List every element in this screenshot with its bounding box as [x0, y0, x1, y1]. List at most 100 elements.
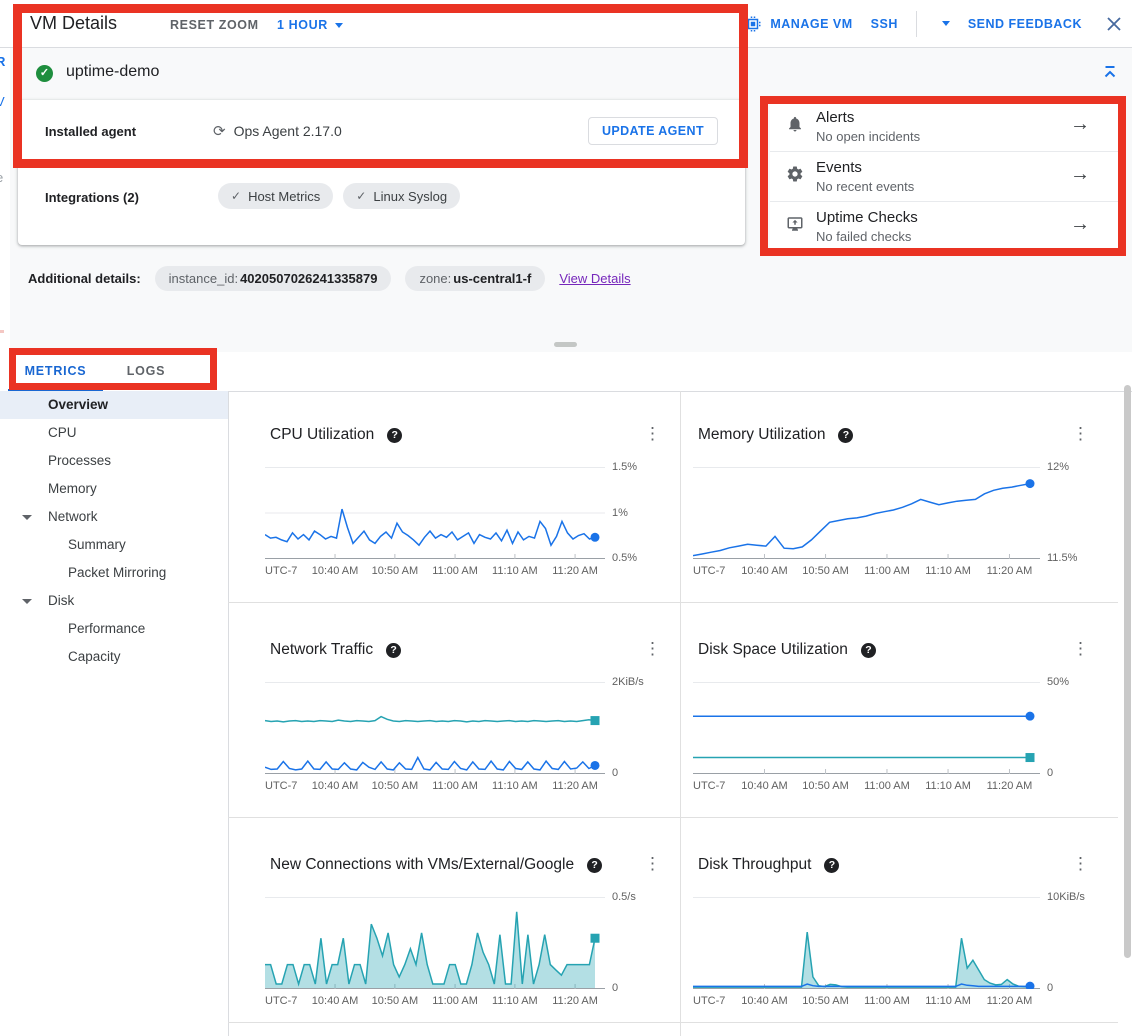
- x-axis-tick-label: 11:10 AM: [925, 565, 971, 577]
- vm-details-dialog: VM Details RESET ZOOM 1 HOUR MANAGE VM S…: [0, 0, 1132, 1036]
- x-axis-tick-label: 10:50 AM: [372, 565, 418, 577]
- help-icon[interactable]: ?: [587, 858, 602, 873]
- x-axis-tick-label: UTC-7: [693, 995, 725, 1007]
- chip-key: zone: [419, 271, 447, 286]
- arrow-right-icon[interactable]: →: [1070, 213, 1090, 236]
- y-axis-tick-label: 0: [612, 982, 618, 994]
- manage-vm-button[interactable]: MANAGE VM: [744, 15, 852, 33]
- chart-menu-icon[interactable]: ⋮: [644, 424, 661, 444]
- tab-metrics[interactable]: METRICS: [8, 352, 103, 390]
- chart-row-divider: [228, 602, 1118, 603]
- chip-value: 4020507026241335879: [240, 271, 377, 286]
- y-axis-tick-label: 2KiB/s: [612, 676, 644, 688]
- x-axis-tick-label: 11:00 AM: [864, 995, 910, 1007]
- close-icon[interactable]: [1106, 16, 1122, 32]
- sidebar-item-packet-mirroring[interactable]: Packet Mirroring: [0, 559, 228, 587]
- vm-name: uptime-demo: [66, 63, 159, 81]
- uptime-checks-subtitle: No failed checks: [816, 229, 911, 244]
- alerts-row[interactable]: Alerts No open incidents →: [770, 102, 1118, 152]
- x-axis-tick-label: UTC-7: [265, 780, 297, 792]
- manage-vm-label: MANAGE VM: [770, 17, 852, 31]
- uptime-monitor-icon: [786, 215, 804, 238]
- collapse-details-icon[interactable]: [1102, 64, 1118, 85]
- sidebar-item-disk[interactable]: Disk: [0, 587, 228, 615]
- cutoff-text-fragment: V: [0, 94, 5, 109]
- agent-card: Installed agent ⟳ Ops Agent 2.17.0 UPDAT…: [18, 100, 745, 245]
- y-axis-tick-label: 0: [612, 767, 618, 779]
- help-icon[interactable]: ?: [824, 858, 839, 873]
- sidebar-item-capacity[interactable]: Capacity: [0, 643, 228, 671]
- help-icon[interactable]: ?: [386, 643, 401, 658]
- uptime-checks-title: Uptime Checks: [816, 209, 918, 226]
- additional-details-label: Additional details:: [28, 271, 141, 286]
- help-icon[interactable]: ?: [387, 428, 402, 443]
- integration-chip-linux-syslog[interactable]: ✓ Linux Syslog: [343, 183, 460, 209]
- cutoff-text-fragment: R: [0, 54, 5, 69]
- x-axis-tick-label: 11:00 AM: [864, 565, 910, 577]
- ssh-options-dropdown[interactable]: [935, 21, 950, 26]
- send-feedback-button[interactable]: SEND FEEDBACK: [968, 17, 1082, 31]
- chart-menu-icon[interactable]: ⋮: [1072, 424, 1089, 444]
- sidebar-item-summary[interactable]: Summary: [0, 531, 228, 559]
- integration-chip-label: Host Metrics: [248, 189, 320, 204]
- integration-chip-host-metrics[interactable]: ✓ Host Metrics: [218, 183, 333, 209]
- events-row[interactable]: Events No recent events →: [770, 152, 1118, 202]
- time-range-label: 1 HOUR: [277, 18, 328, 32]
- x-axis-tick-label: 11:00 AM: [432, 565, 478, 577]
- x-axis-tick-label: 10:40 AM: [741, 995, 787, 1007]
- sidebar-item-cpu[interactable]: CPU: [0, 419, 228, 447]
- help-icon[interactable]: ?: [838, 428, 853, 443]
- vm-summary-row: ✓ uptime-demo: [10, 48, 1132, 100]
- chart-plot[interactable]: [693, 467, 1040, 559]
- x-axis-tick-label: UTC-7: [265, 995, 297, 1007]
- x-axis-labels: UTC-710:40 AM10:50 AM11:00 AM11:10 AM11:…: [265, 995, 605, 1008]
- chart-title: CPU Utilization: [270, 426, 374, 444]
- chip-separator: :: [234, 271, 238, 286]
- agent-refresh-icon: ⟳: [213, 122, 226, 140]
- arrow-right-icon[interactable]: →: [1070, 113, 1090, 136]
- help-icon[interactable]: ?: [861, 643, 876, 658]
- update-agent-button[interactable]: UPDATE AGENT: [588, 117, 718, 145]
- chart-menu-icon[interactable]: ⋮: [644, 854, 661, 874]
- y-axis-tick-label: 0.5/s: [612, 891, 636, 903]
- chart-menu-icon[interactable]: ⋮: [1072, 639, 1089, 659]
- arrow-right-icon[interactable]: →: [1070, 163, 1090, 186]
- chart-menu-icon[interactable]: ⋮: [644, 639, 661, 659]
- sidebar-item-label: Network: [48, 509, 98, 524]
- uptime-checks-row[interactable]: Uptime Checks No failed checks →: [770, 202, 1118, 251]
- chevron-down-icon: [22, 599, 32, 604]
- x-axis-tick-label: 11:10 AM: [492, 995, 538, 1007]
- ssh-label: SSH: [871, 17, 898, 31]
- chart-plot[interactable]: [265, 897, 605, 989]
- additional-details-row: Additional details: instance_id : 402050…: [28, 265, 631, 291]
- x-axis-tick-label: 10:50 AM: [802, 780, 848, 792]
- cutoff-color-mark: [0, 330, 4, 333]
- chart-plot[interactable]: [265, 682, 605, 774]
- scrollbar-thumb[interactable]: [1124, 385, 1131, 958]
- sidebar-item-network[interactable]: Network: [0, 503, 228, 531]
- x-axis-tick-label: 11:10 AM: [925, 780, 971, 792]
- chart-plot[interactable]: [693, 682, 1040, 774]
- sidebar-item-processes[interactable]: Processes: [0, 447, 228, 475]
- alerts-subtitle: No open incidents: [816, 129, 920, 144]
- ssh-button[interactable]: SSH: [871, 17, 898, 31]
- installed-agent-label: Installed agent: [45, 124, 136, 139]
- chart-new-connections: New Connections with VMs/External/Google…: [265, 848, 685, 1018]
- reset-zoom-button[interactable]: RESET ZOOM: [170, 18, 259, 32]
- events-title: Events: [816, 159, 862, 176]
- x-axis-tick-label: 10:40 AM: [312, 995, 358, 1007]
- sidebar-item-memory[interactable]: Memory: [0, 475, 228, 503]
- time-range-dropdown[interactable]: 1 HOUR: [277, 18, 343, 32]
- sidebar-item-overview[interactable]: Overview: [0, 391, 228, 419]
- tab-logs[interactable]: LOGS: [103, 352, 189, 390]
- chart-plot[interactable]: [265, 467, 605, 559]
- chart-network-traffic: Network Traffic? ⋮ 2KiB/s0 UTC-710:40 AM…: [265, 633, 685, 803]
- sidebar-item-performance[interactable]: Performance: [0, 615, 228, 643]
- panel-drag-handle[interactable]: [554, 342, 577, 347]
- x-axis-tick-label: 11:10 AM: [925, 995, 971, 1007]
- chart-plot[interactable]: [693, 897, 1040, 989]
- check-icon: ✓: [231, 189, 241, 203]
- chart-menu-icon[interactable]: ⋮: [1072, 854, 1089, 874]
- agent-version-text: Ops Agent 2.17.0: [234, 123, 342, 139]
- view-details-link[interactable]: View Details: [559, 271, 630, 286]
